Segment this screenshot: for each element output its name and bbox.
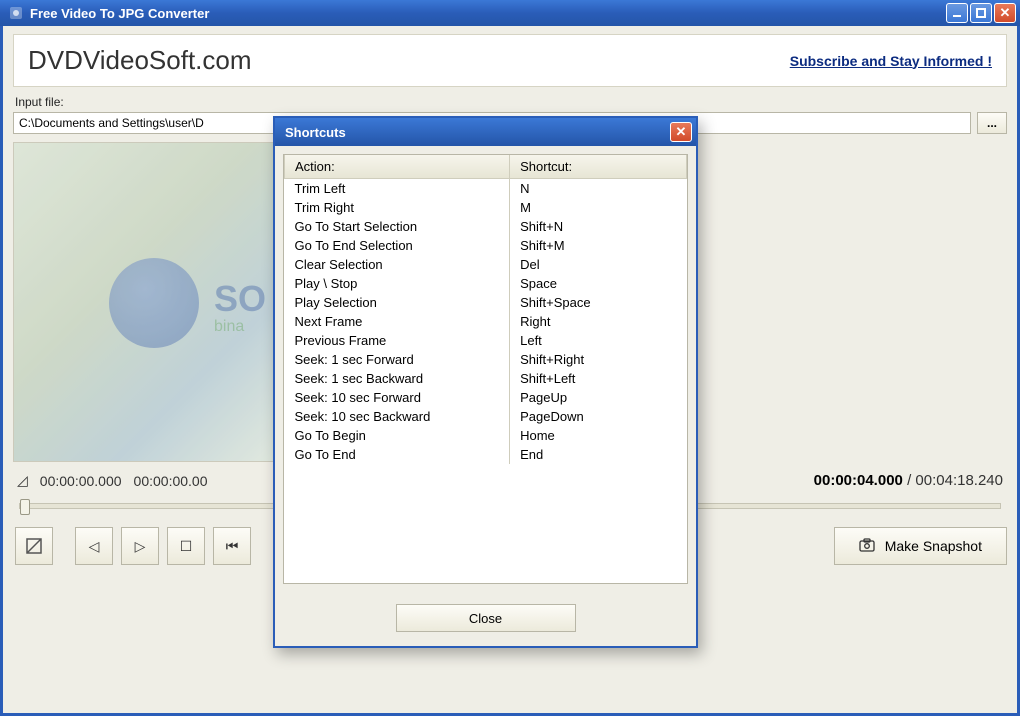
input-file-label: Input file: <box>15 95 1007 109</box>
app-icon <box>8 5 24 21</box>
logo-text: DVDVideoSoft.com <box>28 45 252 76</box>
marker-start-icon: ◿ <box>17 472 28 489</box>
table-row[interactable]: Play \ StopSpace <box>285 274 687 293</box>
cell-action: Seek: 10 sec Forward <box>285 388 510 407</box>
maximize-button[interactable] <box>970 3 992 23</box>
table-row[interactable]: Seek: 10 sec BackwardPageDown <box>285 407 687 426</box>
cell-action: Trim Left <box>285 179 510 199</box>
cell-action: Seek: 1 sec Backward <box>285 369 510 388</box>
cell-shortcut: PageDown <box>510 407 687 426</box>
table-row[interactable]: Go To EndEnd <box>285 445 687 464</box>
cell-action: Trim Right <box>285 198 510 217</box>
window-titlebar: Free Video To JPG Converter ✕ <box>0 0 1020 26</box>
cell-shortcut: Shift+Left <box>510 369 687 388</box>
make-snapshot-button[interactable]: Make Snapshot <box>834 527 1007 565</box>
table-row[interactable]: Next FrameRight <box>285 312 687 331</box>
cell-action: Go To Begin <box>285 426 510 445</box>
cell-action: Previous Frame <box>285 331 510 350</box>
table-row[interactable]: Play SelectionShift+Space <box>285 293 687 312</box>
table-row[interactable]: Seek: 1 sec ForwardShift+Right <box>285 350 687 369</box>
cell-action: Clear Selection <box>285 255 510 274</box>
cell-shortcut: PageUp <box>510 388 687 407</box>
watermark-text: SO <box>214 278 266 320</box>
cell-shortcut: Space <box>510 274 687 293</box>
cell-shortcut: Del <box>510 255 687 274</box>
table-row[interactable]: Go To End SelectionShift+M <box>285 236 687 255</box>
col-action: Action: <box>285 155 510 179</box>
table-row[interactable]: Previous FrameLeft <box>285 331 687 350</box>
play-button[interactable]: ▷ <box>121 527 159 565</box>
cell-action: Go To End Selection <box>285 236 510 255</box>
col-shortcut: Shortcut: <box>510 155 687 179</box>
table-row[interactable]: Go To BeginHome <box>285 426 687 445</box>
time-start: 00:00:00.000 <box>40 473 122 489</box>
go-start-button[interactable]: ⏮ <box>213 527 251 565</box>
shortcuts-table: Action: Shortcut: Trim LeftNTrim RightMG… <box>283 154 688 584</box>
cell-action: Go To Start Selection <box>285 217 510 236</box>
subscribe-link[interactable]: Subscribe and Stay Informed ! <box>790 53 992 69</box>
camera-icon <box>859 538 875 555</box>
dialog-title: Shortcuts <box>285 125 346 140</box>
table-row[interactable]: Go To Start SelectionShift+N <box>285 217 687 236</box>
cell-shortcut: Left <box>510 331 687 350</box>
window-title: Free Video To JPG Converter <box>30 6 946 21</box>
cell-shortcut: Shift+Space <box>510 293 687 312</box>
window-content: DVDVideoSoft.com Subscribe and Stay Info… <box>0 26 1020 716</box>
minimize-button[interactable] <box>946 3 968 23</box>
cell-shortcut: N <box>510 179 687 199</box>
cell-shortcut: M <box>510 198 687 217</box>
cell-shortcut: Shift+M <box>510 236 687 255</box>
table-row[interactable]: Clear SelectionDel <box>285 255 687 274</box>
dialog-close-text-button[interactable]: Close <box>396 604 576 632</box>
trim-button[interactable] <box>15 527 53 565</box>
cell-action: Next Frame <box>285 312 510 331</box>
prev-button[interactable]: ◁ <box>75 527 113 565</box>
table-row[interactable]: Seek: 1 sec BackwardShift+Left <box>285 369 687 388</box>
cell-shortcut: Home <box>510 426 687 445</box>
cell-action: Go To End <box>285 445 510 464</box>
cell-action: Play \ Stop <box>285 274 510 293</box>
browse-button[interactable]: ... <box>977 112 1007 134</box>
header: DVDVideoSoft.com Subscribe and Stay Info… <box>13 34 1007 87</box>
time-total: 00:04:18.240 <box>915 472 1003 489</box>
cell-shortcut: Shift+Right <box>510 350 687 369</box>
stop-button[interactable]: ☐ <box>167 527 205 565</box>
cell-shortcut: End <box>510 445 687 464</box>
cell-action: Seek: 10 sec Backward <box>285 407 510 426</box>
time-current: 00:00:04.000 <box>814 472 903 489</box>
cell-shortcut: Shift+N <box>510 217 687 236</box>
watermark-subtext: bina <box>214 318 244 336</box>
time-pos2: 00:00:00.00 <box>134 473 208 489</box>
video-preview: SO bina <box>13 142 298 462</box>
dialog-close-button[interactable]: ✕ <box>670 122 692 142</box>
cell-shortcut: Right <box>510 312 687 331</box>
cell-action: Play Selection <box>285 293 510 312</box>
close-button[interactable]: ✕ <box>994 3 1016 23</box>
watermark-icon <box>109 258 199 348</box>
cell-action: Seek: 1 sec Forward <box>285 350 510 369</box>
table-row[interactable]: Trim RightM <box>285 198 687 217</box>
shortcuts-dialog: Shortcuts ✕ Action: Shortcut: Trim LeftN… <box>273 116 698 648</box>
table-row[interactable]: Seek: 10 sec ForwardPageUp <box>285 388 687 407</box>
slider-thumb-icon[interactable] <box>20 499 30 515</box>
make-snapshot-label: Make Snapshot <box>885 538 982 554</box>
table-row[interactable]: Trim LeftN <box>285 179 687 199</box>
